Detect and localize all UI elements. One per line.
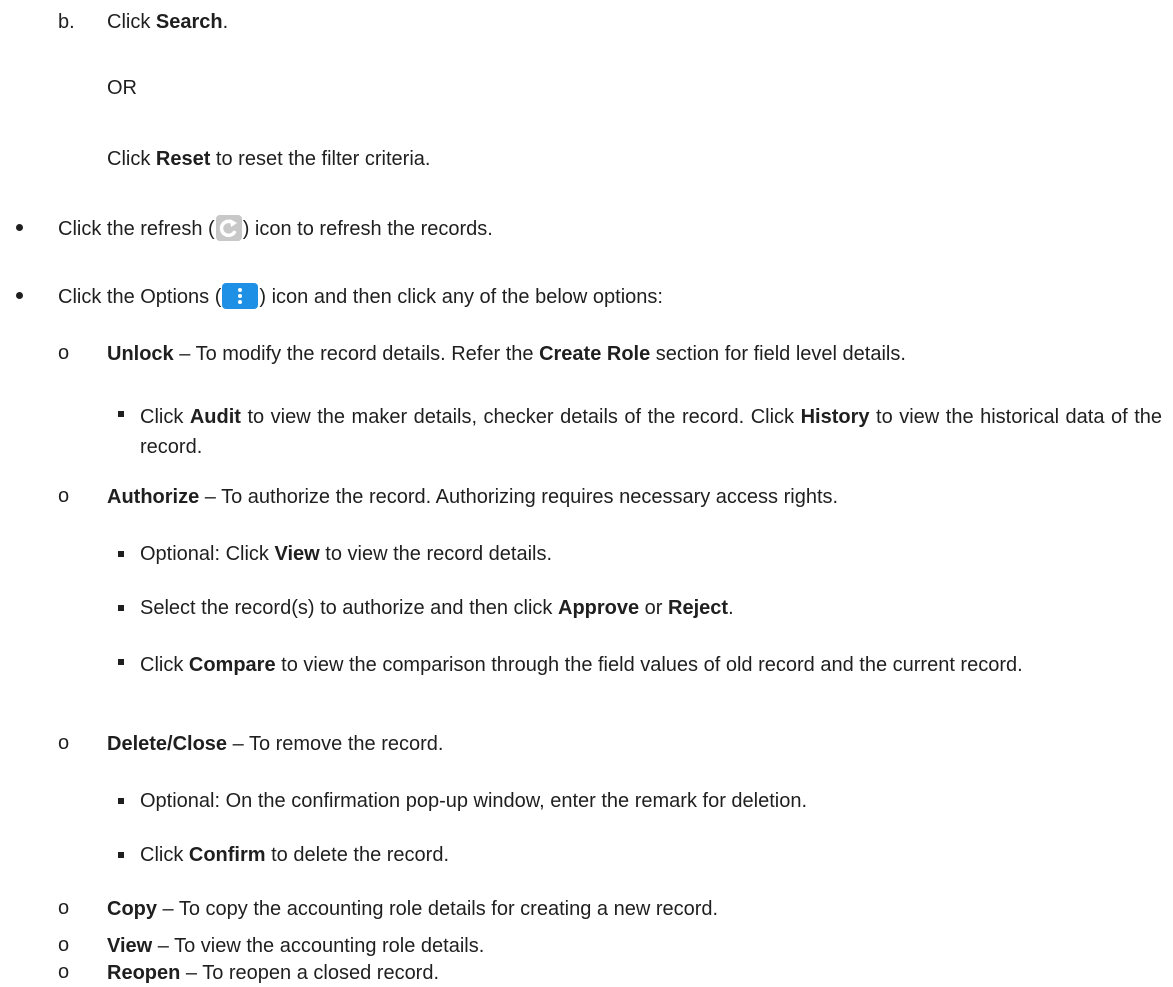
delete-text: Delete/Close – To remove the record.: [107, 733, 444, 755]
reset-text: Click Reset to reset the filter criteria…: [107, 148, 431, 170]
bullet-square: [118, 659, 124, 665]
auth-compare-text: Click Compare to view the comparison thr…: [140, 654, 1023, 676]
bullet-square: [118, 411, 124, 417]
delete-confirm-text: Click Confirm to delete the record.: [140, 844, 450, 866]
bullet-circle: o: [58, 961, 70, 983]
bullet-circle: o: [58, 897, 70, 919]
copy-text: Copy – To copy the accounting role detai…: [107, 898, 719, 920]
audit-text: Click Audit to view the maker details, c…: [140, 406, 1162, 458]
bullet-square: [118, 798, 124, 804]
view-text: View – To view the accounting role detai…: [107, 935, 485, 957]
auth-view-text: Optional: Click View to view the record …: [140, 543, 553, 565]
bullet-circle: o: [58, 934, 70, 956]
reopen-text: Reopen – To reopen a closed record.: [107, 962, 440, 984]
step-b-text: Click Search.: [107, 11, 229, 33]
options-text: Click the Options () icon and then click…: [58, 283, 663, 309]
auth-select-text: Select the record(s) to authorize and th…: [140, 597, 734, 619]
bullet-circle: o: [58, 342, 70, 364]
bullet-square: [118, 551, 124, 557]
authorize-text: Authorize – To authorize the record. Aut…: [107, 486, 839, 508]
step-b-marker: b.: [58, 11, 75, 33]
bullet-square: [118, 605, 124, 611]
refresh-icon[interactable]: [215, 215, 242, 241]
more-vertical-icon[interactable]: [222, 283, 259, 309]
delete-remark-text: Optional: On the confirmation pop-up win…: [140, 790, 808, 812]
bullet: [16, 292, 23, 299]
refresh-text: Click the refresh () icon to refresh the…: [58, 215, 493, 241]
unlock-text: Unlock – To modify the record details. R…: [107, 343, 906, 365]
bullet-circle: o: [58, 732, 70, 754]
or-text: OR: [107, 77, 137, 99]
bullet-circle: o: [58, 485, 70, 507]
bullet: [16, 224, 23, 231]
bullet-square: [118, 852, 124, 858]
